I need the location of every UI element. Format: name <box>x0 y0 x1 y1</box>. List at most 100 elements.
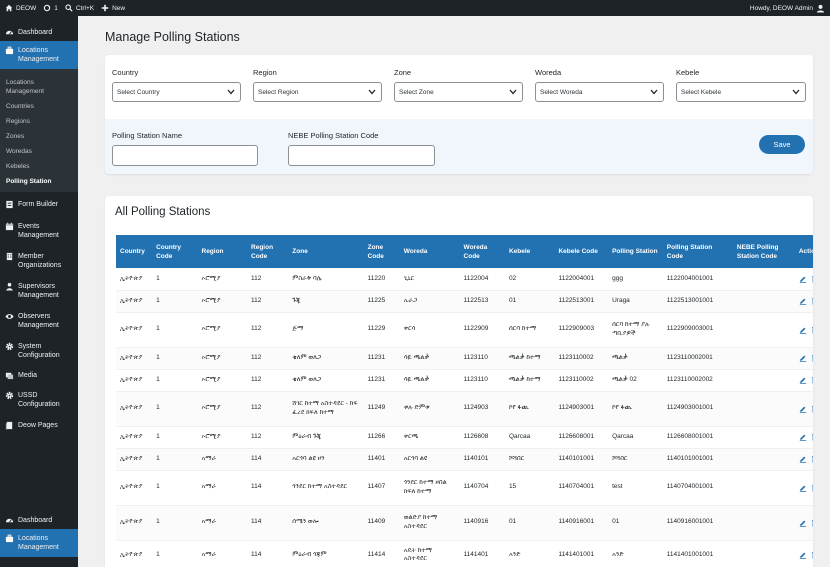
submenu-regions[interactable]: Regions <box>0 114 78 129</box>
trash-icon[interactable] <box>811 354 813 362</box>
sidebar-item-observers-management[interactable]: Observers Management <box>0 308 78 334</box>
table-cell: 1 <box>152 369 198 392</box>
trash-icon[interactable] <box>811 326 813 334</box>
table-cell: Qarcaa <box>608 426 663 449</box>
table-cell: 1122004 <box>459 268 505 291</box>
sidebar-item-dashboard[interactable]: Dashboard <box>0 24 78 41</box>
table-cell: 112 <box>247 426 289 449</box>
table-cell: ኡራጋ <box>399 290 460 313</box>
edit-icon[interactable] <box>799 551 807 559</box>
trash-icon[interactable] <box>811 519 813 527</box>
region-select[interactable]: Select Region <box>253 82 382 102</box>
trash-icon[interactable] <box>811 455 813 463</box>
edit-icon[interactable] <box>799 326 807 334</box>
table-cell: ጫልቃ ከተማ <box>504 369 555 392</box>
trash-icon[interactable] <box>811 551 813 559</box>
sidebar-item-system-configuration[interactable]: System Configuration <box>0 338 78 364</box>
site-name-link[interactable]: DEOW <box>5 4 36 12</box>
submenu-polling-station[interactable]: Polling Station <box>0 174 78 189</box>
table-body: ኢትዮጵያ 1 ኦሮሚያ 112 ምስራቅ ባሌ 11220 ጊኒር 1122004 02 112… <box>116 268 813 567</box>
region-label: Region <box>253 68 277 77</box>
edit-icon[interactable] <box>799 455 807 463</box>
table-cell: ጉጂ <box>288 290 364 313</box>
trash-icon[interactable] <box>811 433 813 441</box>
table-cell: አማራ <box>197 448 248 471</box>
actions-cell <box>794 347 813 370</box>
nebe-code-input[interactable] <box>288 145 435 166</box>
new-content-link[interactable]: New <box>101 4 125 12</box>
submenu-countries[interactable]: Countries <box>0 99 78 114</box>
woreda-select[interactable]: Select Woreda <box>535 82 664 102</box>
table-cell: 1122909003 <box>554 312 609 348</box>
edit-icon[interactable] <box>799 376 807 384</box>
table-cell: ቄለም ወለጋ <box>288 347 364 370</box>
sidebar-item-ussd-configuration[interactable]: USSD Configuration <box>0 387 78 413</box>
sidebar-item-label: Member Organizations <box>18 253 62 269</box>
search-shortcut[interactable]: Ctrl+K <box>65 4 94 12</box>
region-select-value: Select Region <box>258 88 299 96</box>
trash-icon[interactable] <box>811 484 813 492</box>
table-cell: 1122909003001 <box>662 312 733 348</box>
table-cell: 1140704001001 <box>662 470 733 506</box>
table-cell: ኢትዮጵያ <box>116 312 153 348</box>
trash-icon[interactable] <box>811 275 813 283</box>
edit-icon[interactable] <box>799 484 807 492</box>
edit-icon[interactable] <box>799 433 807 441</box>
sidebar-item-dashboard-bottom[interactable]: Dashboard <box>0 512 78 529</box>
edit-icon[interactable] <box>799 275 807 283</box>
table-cell: ኢትዮጵያ <box>116 369 153 392</box>
table-cell: ሰርባ ከተማ ያሉ ጣቢያዎች <box>608 312 663 348</box>
kebele-select[interactable]: Select Kebele <box>676 82 806 102</box>
submenu-kebeles[interactable]: Kebeles <box>0 159 78 174</box>
sidebar-item-member-organizations[interactable]: Member Organizations <box>0 248 78 274</box>
save-button[interactable]: Save <box>759 135 805 154</box>
sidebar-item-events-management[interactable]: Events Management <box>0 218 78 244</box>
table-cell: ኢትዮጵያ <box>116 448 153 471</box>
edit-icon[interactable] <box>799 519 807 527</box>
table-cell: ቱሉ ድምቱ <box>399 391 460 427</box>
media-icon <box>5 372 14 380</box>
updates-link[interactable]: 1 <box>43 4 58 12</box>
table-cell: ኦሮሚያ <box>197 290 248 313</box>
trash-icon[interactable] <box>811 297 813 305</box>
table-cell: ወልድያ ከተማ አስተዳደር <box>399 505 460 541</box>
sidebar-item-supervisors-management[interactable]: Supervisors Management <box>0 278 78 304</box>
greeting: Howdy, DEOW Admin <box>749 4 813 12</box>
column-header: Region Code <box>247 235 289 268</box>
trash-icon[interactable] <box>811 405 813 413</box>
table-cell: 1123110002 <box>554 347 609 370</box>
column-header: NEBE Polling Station Code <box>732 235 795 268</box>
table-cell: ቄለም ወለጋ <box>288 369 364 392</box>
briefcase-icon <box>5 46 14 55</box>
table-cell: አርጎባ ልዩ <box>399 448 460 471</box>
edit-icon[interactable] <box>799 405 807 413</box>
chevron-down-icon <box>650 89 658 95</box>
trash-icon[interactable] <box>811 376 813 384</box>
zone-select[interactable]: Select Zone <box>394 82 523 102</box>
table-cell: ኢትዮጵያ <box>116 505 153 541</box>
sidebar-item-media[interactable]: Media <box>0 367 78 384</box>
sidebar-item-locations-management[interactable]: Locations Management <box>0 41 78 69</box>
row-actions <box>799 433 813 441</box>
sidebar-item-form-builder[interactable]: Form Builder <box>0 196 78 213</box>
edit-icon[interactable] <box>799 354 807 362</box>
sidebar-item-deow-pages[interactable]: Deow Pages <box>0 417 78 434</box>
station-name-input[interactable] <box>112 145 258 166</box>
search-shortcut-label: Ctrl+K <box>75 4 95 12</box>
submenu-locations-management[interactable]: Locations Management <box>0 75 78 99</box>
sidebar-item-label: Observers Management <box>18 313 59 329</box>
sidebar-item-locations-management-bottom[interactable]: Locations Management <box>0 529 78 557</box>
submenu-zones[interactable]: Zones <box>0 129 78 144</box>
submenu-woredas[interactable]: Woredas <box>0 144 78 159</box>
column-header: Polling Station <box>608 235 663 268</box>
table-cell: 11407 <box>363 470 400 506</box>
table-cell: 11231 <box>363 347 400 370</box>
country-select[interactable]: Select Country <box>112 82 241 102</box>
table-cell: 1124903001 <box>554 391 609 427</box>
supervisor-icon <box>6 282 13 291</box>
table-cell: 112 <box>247 268 289 291</box>
table-cell: ምስራቅ ባሌ <box>288 268 364 291</box>
table-cell: test <box>608 470 663 506</box>
account-menu[interactable]: Howdy, DEOW Admin <box>750 4 825 13</box>
edit-icon[interactable] <box>799 297 807 305</box>
